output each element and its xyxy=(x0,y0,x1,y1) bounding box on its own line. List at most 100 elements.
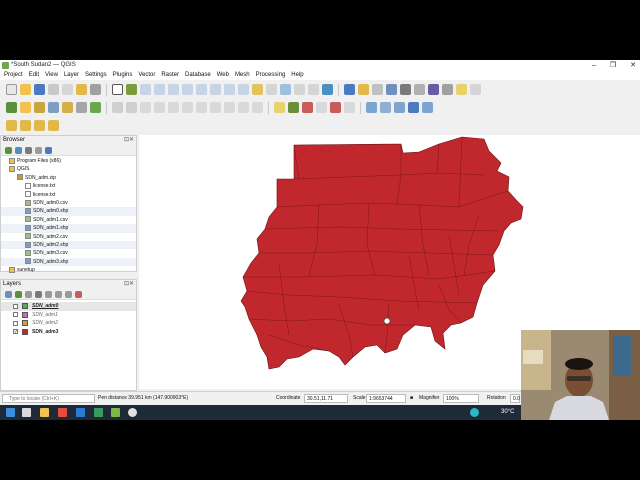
select-by-value-icon[interactable] xyxy=(20,120,31,131)
layer-visibility-checkbox[interactable] xyxy=(13,312,18,317)
layer-symbol-swatch[interactable] xyxy=(22,328,28,335)
word-icon[interactable] xyxy=(76,408,85,417)
weather-icon[interactable] xyxy=(470,408,479,417)
filter-by-expression-icon[interactable] xyxy=(45,290,52,298)
new-project-icon[interactable] xyxy=(6,84,17,95)
browser-item[interactable]: SDN_adm2.shp xyxy=(1,240,136,250)
cut-features-icon[interactable] xyxy=(196,102,207,113)
scale-field[interactable]: 1:9653744 xyxy=(366,394,406,403)
menu-settings[interactable]: Settings xyxy=(85,71,107,80)
new-virtual-layer-icon[interactable] xyxy=(76,102,87,113)
properties-icon[interactable] xyxy=(45,146,52,154)
map-tips-icon[interactable] xyxy=(456,84,467,95)
new-spatialite-icon[interactable] xyxy=(48,102,59,113)
open-project-icon[interactable] xyxy=(20,84,31,95)
add-csv-layer-icon[interactable] xyxy=(90,102,101,113)
coordinate-field[interactable]: 30.51,11.71 xyxy=(304,394,348,403)
menu-database[interactable]: Database xyxy=(185,71,211,80)
pin-labels-icon[interactable] xyxy=(302,102,313,113)
layer-item[interactable]: SDN_adm0 xyxy=(1,302,136,311)
field-calculator-icon[interactable] xyxy=(386,84,397,95)
show-bookmarks-icon[interactable] xyxy=(308,84,319,95)
move-label-icon[interactable] xyxy=(330,102,341,113)
magnifier-field[interactable]: 100% xyxy=(443,394,479,403)
copy-features-icon[interactable] xyxy=(210,102,221,113)
remove-layer-icon[interactable] xyxy=(75,290,82,298)
vertex-tool-icon[interactable] xyxy=(168,102,179,113)
browser-item[interactable]: SDN_adm.zip xyxy=(1,174,136,182)
browser-item[interactable]: SDN_adm2.csv xyxy=(1,233,136,241)
save-project-icon[interactable] xyxy=(34,84,45,95)
layer-symbol-swatch[interactable] xyxy=(22,303,28,309)
zoom-layer-icon[interactable] xyxy=(196,84,207,95)
panel-controls[interactable]: ⊡✕ xyxy=(124,280,134,289)
browser-item[interactable]: license.txt xyxy=(1,191,136,199)
browser-item[interactable]: SDN_adm3.csv xyxy=(1,249,136,257)
menu-raster[interactable]: Raster xyxy=(161,71,179,80)
collapse-all-layers-icon[interactable] xyxy=(65,290,72,298)
zoom-last-icon[interactable] xyxy=(224,84,235,95)
windows-start-icon[interactable] xyxy=(6,408,15,417)
file-explorer-icon[interactable] xyxy=(40,408,49,417)
label-tool-icon[interactable] xyxy=(274,102,285,113)
delete-selected-icon[interactable] xyxy=(182,102,193,113)
chrome-icon[interactable] xyxy=(58,408,67,417)
browser-item[interactable]: QGIS xyxy=(1,165,136,173)
python-console-icon[interactable] xyxy=(408,102,419,113)
measure-line-icon[interactable] xyxy=(442,84,453,95)
zoom-in-icon[interactable] xyxy=(140,84,151,95)
select-features-icon[interactable] xyxy=(358,84,369,95)
zoom-native-icon[interactable] xyxy=(210,84,221,95)
layer-item[interactable]: ✓ SDN_adm3 xyxy=(1,328,136,337)
menu-mesh[interactable]: Mesh xyxy=(235,71,250,80)
locator-search[interactable]: Type to locate (Ctrl+K) xyxy=(2,394,95,403)
refresh-browser-icon[interactable] xyxy=(15,146,22,154)
data-source-manager-icon[interactable] xyxy=(6,102,17,113)
zoom-selection-icon[interactable] xyxy=(182,84,193,95)
browser-item[interactable]: SDN_adm1.shp xyxy=(1,224,136,233)
paste-features-icon[interactable] xyxy=(224,102,235,113)
layer-visibility-checkbox[interactable] xyxy=(13,320,18,326)
maximize-button[interactable]: ❐ xyxy=(610,60,616,71)
menu-project[interactable]: Project xyxy=(4,71,23,80)
menu-plugins[interactable]: Plugins xyxy=(113,71,133,80)
browser-item[interactable]: license.txt xyxy=(1,182,136,190)
panel-controls[interactable]: ⊡✕ xyxy=(124,136,134,145)
deselect-all-icon[interactable] xyxy=(34,120,45,131)
menu-processing[interactable]: Processing xyxy=(256,71,286,80)
excel-icon[interactable] xyxy=(94,408,103,417)
manage-map-themes-icon[interactable] xyxy=(25,290,32,298)
zoom-next-icon[interactable] xyxy=(238,84,249,95)
search-icon[interactable] xyxy=(22,408,31,417)
menu-layer[interactable]: Layer xyxy=(64,71,79,80)
save-edits-icon[interactable] xyxy=(140,102,151,113)
metasearch-icon[interactable] xyxy=(366,102,377,113)
close-button[interactable]: ✕ xyxy=(630,60,636,71)
plugin-icon[interactable] xyxy=(422,102,433,113)
layer-visibility-checkbox[interactable]: ✓ xyxy=(13,329,18,335)
filter-icon[interactable] xyxy=(25,146,32,154)
layer-symbol-swatch[interactable] xyxy=(22,320,28,326)
annotation-icon[interactable] xyxy=(470,84,481,95)
toggle-editing-icon[interactable] xyxy=(126,102,137,113)
undo-icon[interactable] xyxy=(238,102,249,113)
redo-icon[interactable] xyxy=(252,102,263,113)
temporal-controller-icon[interactable] xyxy=(266,84,277,95)
menu-view[interactable]: View xyxy=(45,71,58,80)
select-by-area-icon[interactable] xyxy=(6,120,17,131)
layer-symbol-swatch[interactable] xyxy=(22,311,28,318)
qgis-taskbar-icon[interactable] xyxy=(111,408,120,417)
identify-features-icon[interactable] xyxy=(344,84,355,95)
pan-tool-icon[interactable] xyxy=(112,84,123,95)
sum-icon[interactable] xyxy=(428,84,439,95)
browser-item[interactable]: SDN_adm1.csv xyxy=(1,216,136,224)
new-map-view-icon[interactable] xyxy=(252,84,263,95)
add-layer-icon[interactable] xyxy=(5,146,12,154)
collapse-all-icon[interactable] xyxy=(35,146,42,154)
menu-web[interactable]: Web xyxy=(217,71,229,80)
grass-icon[interactable] xyxy=(394,102,405,113)
new-geopackage-icon[interactable] xyxy=(20,102,31,113)
menu-vector[interactable]: Vector xyxy=(138,71,155,80)
pan-to-selection-icon[interactable] xyxy=(126,84,137,95)
browser-item[interactable]: sunetup xyxy=(1,266,136,274)
